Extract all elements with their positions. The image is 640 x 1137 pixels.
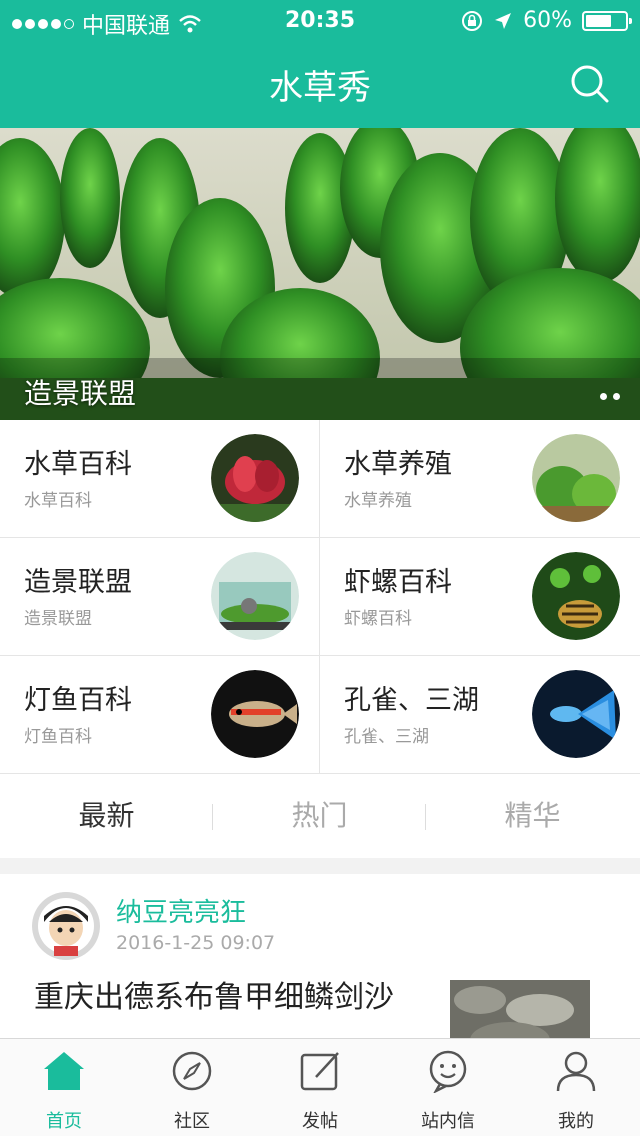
aquarium-plant-thumbnail <box>532 434 620 522</box>
banner-caption: 造景联盟 <box>24 377 137 410</box>
tabbar-label: 站内信 <box>421 1111 475 1132</box>
category-subtitle: 水草百科 <box>24 491 92 511</box>
section-divider <box>0 858 640 874</box>
tabbar-profile[interactable]: 我的 <box>512 1039 640 1137</box>
page-title: 水草秀 <box>269 68 371 108</box>
post-author[interactable]: 纳豆亮亮狂 <box>116 892 246 929</box>
category-title: 灯鱼百科 <box>24 685 132 716</box>
home-icon <box>44 1052 84 1090</box>
user-icon <box>556 1051 596 1092</box>
tab-latest[interactable]: 最新 <box>0 774 213 858</box>
search-icon[interactable] <box>568 62 610 104</box>
category-grid: 水草百科 水草百科 水草养殖 水草养殖 造景联盟 造景联盟 虾螺百科 虾螺百科 … <box>0 420 640 774</box>
tab-featured[interactable]: 精华 <box>426 774 639 858</box>
category-subtitle: 灯鱼百科 <box>24 727 92 747</box>
battery-percent: 60% <box>523 8 572 33</box>
category-subtitle: 造景联盟 <box>24 609 92 629</box>
tabbar-label: 我的 <box>558 1111 594 1132</box>
tabbar-label: 社区 <box>174 1111 210 1132</box>
message-icon <box>429 1050 467 1093</box>
rotation-lock-icon <box>462 10 483 31</box>
tetra-fish-thumbnail <box>211 670 299 758</box>
category-title: 水草养殖 <box>344 449 452 480</box>
post-thumbnail[interactable] <box>450 980 590 1038</box>
banner-page-indicator <box>600 393 620 400</box>
compass-icon <box>172 1051 212 1091</box>
status-bar: 中国联通 20:35 60% <box>0 0 640 40</box>
avatar[interactable] <box>32 892 100 960</box>
category-title: 虾螺百科 <box>344 567 452 598</box>
battery-icon <box>582 10 632 31</box>
category-subtitle: 水草养殖 <box>344 491 412 511</box>
post-title[interactable]: 重庆出德系布鲁甲细鳞剑沙 <box>34 980 394 1016</box>
tabbar-post[interactable]: 发帖 <box>256 1039 384 1137</box>
category-cell[interactable]: 造景联盟 造景联盟 <box>0 538 320 656</box>
tabbar-label: 首页 <box>46 1111 82 1132</box>
red-plant-thumbnail <box>211 434 299 522</box>
category-cell[interactable]: 孔雀、三湖 孔雀、三湖 <box>320 656 640 774</box>
category-title: 水草百科 <box>24 449 132 480</box>
category-title: 孔雀、三湖 <box>344 685 479 716</box>
category-subtitle: 孔雀、三湖 <box>344 727 429 747</box>
category-subtitle: 虾螺百科 <box>344 609 412 629</box>
category-cell[interactable]: 水草养殖 水草养殖 <box>320 420 640 538</box>
tab-hot[interactable]: 热门 <box>213 774 426 858</box>
location-icon <box>495 12 512 29</box>
category-cell[interactable]: 水草百科 水草百科 <box>0 420 320 538</box>
aquascape-tank-thumbnail <box>211 552 299 640</box>
feed-tabs: 最新 热门 精华 <box>0 774 640 859</box>
snail-thumbnail <box>532 552 620 640</box>
post-card[interactable]: 纳豆亮亮狂 2016-1-25 09:07 重庆出德系布鲁甲细鳞剑沙 <box>0 874 640 1038</box>
tabbar-label: 发帖 <box>302 1111 338 1132</box>
category-cell[interactable]: 虾螺百科 虾螺百科 <box>320 538 640 656</box>
tabbar-home[interactable]: 首页 <box>0 1039 128 1137</box>
tabbar-community[interactable]: 社区 <box>128 1039 256 1137</box>
bottom-tab-bar: 首页 社区 发帖 站内信 我的 <box>0 1038 640 1136</box>
top-bar: 中国联通 20:35 60% 水草秀 <box>0 0 640 128</box>
category-title: 造景联盟 <box>24 567 132 598</box>
compose-icon <box>300 1052 339 1091</box>
guppy-thumbnail <box>532 670 620 758</box>
category-cell[interactable]: 灯鱼百科 灯鱼百科 <box>0 656 320 774</box>
tabbar-messages[interactable]: 站内信 <box>384 1039 512 1137</box>
status-right: 60% <box>461 8 632 33</box>
post-timestamp: 2016-1-25 09:07 <box>116 932 276 954</box>
